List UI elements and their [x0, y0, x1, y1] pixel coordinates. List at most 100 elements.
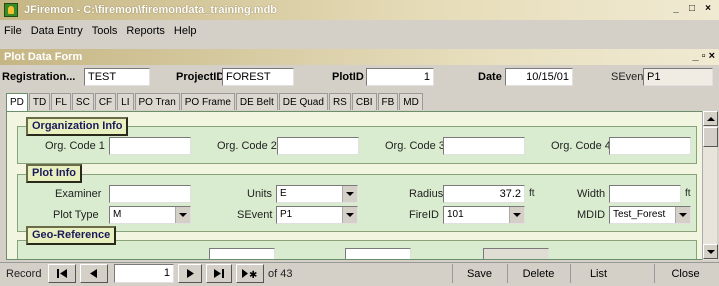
date-label: Date: [478, 71, 502, 83]
units-select[interactable]: E: [276, 185, 358, 203]
app-title: JFiremon - C:\firemon\firemondata_traini…: [24, 4, 278, 16]
pd-tab-panel: Organization Info Org. Code 1 Org. Code …: [6, 111, 703, 260]
app-titlebar: JFiremon - C:\firemon\firemondata_traini…: [0, 0, 719, 20]
geo-field-1[interactable]: [209, 248, 275, 259]
geo-field-2[interactable]: [345, 248, 411, 259]
mdid-value: Test_Forest: [613, 209, 666, 220]
plot-type-select[interactable]: M: [109, 206, 191, 224]
tab-rs[interactable]: RS: [328, 93, 351, 110]
org-info-header: Organization Info: [26, 117, 129, 136]
units-label: Units: [247, 188, 273, 200]
chevron-down-icon[interactable]: [342, 207, 357, 223]
form-minimize-button[interactable]: _: [693, 50, 699, 62]
org-code-1-label: Org. Code 1: [45, 140, 105, 152]
tab-po-tran[interactable]: PO Tran: [134, 93, 180, 110]
form-close-button[interactable]: ×: [709, 50, 715, 62]
tab-de-quad[interactable]: DE Quad: [278, 93, 328, 110]
plot-type-value: M: [113, 209, 122, 220]
delete-button[interactable]: Delete: [507, 264, 569, 283]
tab-sc[interactable]: SC: [71, 93, 94, 110]
sevent-label: SEvent: [611, 71, 647, 83]
menu-data-entry[interactable]: Data Entry: [31, 25, 83, 37]
tab-cf[interactable]: CF: [94, 93, 117, 110]
projectid-field[interactable]: FOREST: [222, 68, 294, 86]
vertical-scrollbar[interactable]: [702, 111, 718, 260]
record-label: Record: [6, 268, 42, 280]
tab-cbi[interactable]: CBI: [351, 93, 377, 110]
tab-po-frame[interactable]: PO Frame: [180, 93, 235, 110]
fireid-select[interactable]: 101: [443, 206, 525, 224]
plot-sevent-label: SEvent: [237, 209, 273, 221]
org-code-1-field[interactable]: [109, 137, 191, 155]
close-form-button[interactable]: Close: [654, 264, 716, 283]
scroll-up-icon[interactable]: [703, 111, 718, 126]
scroll-thumb[interactable]: [703, 127, 718, 147]
plotid-field[interactable]: 1: [366, 68, 434, 86]
org-code-2-field[interactable]: [277, 137, 359, 155]
radius-field[interactable]: 37.2: [443, 185, 525, 203]
list-button[interactable]: List: [570, 264, 626, 283]
menu-help[interactable]: Help: [174, 25, 197, 37]
geo-field-3[interactable]: [483, 248, 549, 259]
menu-reports[interactable]: Reports: [126, 25, 165, 37]
registration-label: Registration...: [2, 71, 76, 83]
scroll-down-icon[interactable]: [703, 244, 718, 259]
radius-unit: ft: [529, 188, 535, 199]
tab-de-belt[interactable]: DE Belt: [235, 93, 278, 110]
tab-pd[interactable]: PD: [6, 93, 28, 111]
first-record-icon[interactable]: [48, 264, 76, 283]
date-field[interactable]: 10/15/01: [505, 68, 573, 86]
registration-field[interactable]: TEST: [84, 68, 150, 86]
record-count: of 43: [268, 268, 293, 280]
sevent-field[interactable]: P1: [643, 68, 713, 86]
examiner-label: Examiner: [55, 188, 102, 200]
chevron-down-icon[interactable]: [342, 186, 357, 202]
org-code-3-label: Org. Code 3: [385, 140, 445, 152]
menu-file[interactable]: File: [4, 25, 22, 37]
plot-sevent-select[interactable]: P1: [276, 206, 358, 224]
next-record-icon[interactable]: [178, 264, 202, 283]
units-value: E: [280, 188, 287, 199]
form-titlebar: Plot Data Form _ ▫ ×: [0, 49, 719, 65]
mdid-select[interactable]: Test_Forest: [609, 206, 691, 224]
tab-strip: PD TD FL SC CF LI PO Tran PO Frame DE Be…: [6, 93, 424, 111]
tab-md[interactable]: MD: [399, 93, 423, 110]
fireid-value: 101: [447, 209, 464, 220]
tab-li[interactable]: LI: [117, 93, 134, 110]
jfiremon-app-icon: [4, 3, 18, 17]
tab-td[interactable]: TD: [28, 93, 51, 110]
close-button[interactable]: ×: [701, 3, 715, 16]
plotid-label: PlotID: [332, 71, 364, 83]
menu-bar: File Data Entry Tools Reports Help: [0, 22, 719, 40]
examiner-field[interactable]: [109, 185, 191, 203]
width-label: Width: [577, 188, 606, 200]
org-code-2-label: Org. Code 2: [217, 140, 277, 152]
last-record-icon[interactable]: [206, 264, 232, 283]
geo-reference-header: Geo-Reference: [26, 226, 117, 245]
org-code-4-field[interactable]: [609, 137, 691, 155]
chevron-down-icon[interactable]: [675, 207, 690, 223]
maximize-button[interactable]: □: [685, 3, 699, 16]
mdid-label: MDID: [577, 209, 606, 221]
svg-text:✱: ✱: [249, 270, 257, 278]
form-restore-button[interactable]: ▫: [702, 50, 706, 62]
width-unit: ft: [685, 188, 691, 199]
minimize-button[interactable]: _: [669, 3, 683, 16]
save-button[interactable]: Save: [452, 264, 506, 283]
new-record-icon[interactable]: ✱: [236, 264, 264, 283]
tab-fb[interactable]: FB: [377, 93, 399, 110]
radius-label: Radius: [409, 188, 444, 200]
menu-tools[interactable]: Tools: [92, 25, 118, 37]
form-title: Plot Data Form: [4, 51, 83, 63]
chevron-down-icon[interactable]: [175, 207, 190, 223]
projectid-label: ProjectID: [176, 71, 225, 83]
width-field[interactable]: [609, 185, 681, 203]
plot-sevent-value: P1: [280, 209, 293, 220]
tab-fl[interactable]: FL: [51, 93, 71, 110]
chevron-down-icon[interactable]: [509, 207, 524, 223]
org-code-4-label: Org. Code 4: [551, 140, 611, 152]
record-number-field[interactable]: 1: [114, 264, 174, 283]
previous-record-icon[interactable]: [80, 264, 108, 283]
plot-info-header: Plot Info: [26, 164, 82, 183]
org-code-3-field[interactable]: [443, 137, 525, 155]
